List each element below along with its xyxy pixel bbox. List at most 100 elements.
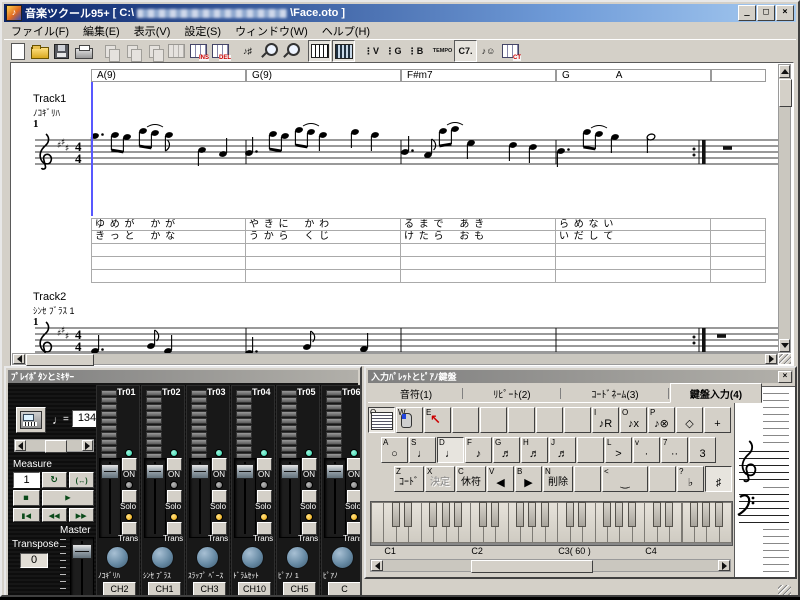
scroll-down-button[interactable] <box>779 339 790 352</box>
lyric-cell[interactable] <box>711 244 766 257</box>
lyric-cell[interactable] <box>91 244 246 257</box>
edit-notes-button[interactable]: ♪♯ <box>237 41 258 61</box>
triplet-key[interactable]: 3 <box>689 437 716 463</box>
master-fader-thumb[interactable] <box>72 544 92 559</box>
zoom-in-button[interactable] <box>281 41 302 61</box>
left-key[interactable]: V◀ <box>487 466 514 492</box>
black-key[interactable] <box>653 502 661 527</box>
sixteenth-note-key[interactable]: G♬ <box>493 437 520 463</box>
lyric-cell[interactable] <box>556 270 711 283</box>
black-key[interactable] <box>454 502 462 527</box>
chord-box-2[interactable]: G(9) <box>246 69 401 82</box>
scroll-right-button[interactable] <box>765 354 777 364</box>
tab-3[interactable]: ｺｰﾄﾞﾈｰﾑ(3) <box>562 385 668 402</box>
expression-button[interactable]: ♪☺ <box>478 41 499 61</box>
pan-knob[interactable] <box>286 546 309 569</box>
channel-fader[interactable] <box>324 458 346 538</box>
score-vscrollbar[interactable] <box>778 64 791 353</box>
mouse-input-key[interactable]: W <box>396 407 423 433</box>
palette-title-bar[interactable]: 入力ﾊﾟﾚｯﾄとﾋﾟｱﾉ鍵盤 × <box>368 370 793 383</box>
double-dot-key[interactable]: 7·· <box>661 437 688 463</box>
menu-item-3[interactable]: 設定(S) <box>177 22 228 40</box>
lyric-cell[interactable]: う か ら く じ <box>246 231 401 244</box>
minimize-button[interactable]: _ <box>738 5 756 21</box>
open-file-button[interactable] <box>29 41 50 61</box>
black-key[interactable] <box>690 502 698 527</box>
scroll-right-button[interactable] <box>718 560 730 571</box>
transpose-value[interactable]: 0 <box>20 553 48 568</box>
black-key[interactable] <box>702 502 710 527</box>
lyric-cell[interactable]: き っ と か な <box>91 231 246 244</box>
lyric-cell[interactable] <box>91 257 246 270</box>
black-key[interactable] <box>479 502 487 527</box>
channel-fader[interactable] <box>144 458 166 538</box>
channel-fader-thumb[interactable] <box>101 464 119 479</box>
note-r-key[interactable]: I♪R <box>592 407 619 433</box>
palette-close-button[interactable]: × <box>778 371 792 383</box>
lyric-cell[interactable] <box>711 231 766 244</box>
save-file-button[interactable] <box>51 41 72 61</box>
close-button[interactable]: × <box>776 5 794 21</box>
right-key[interactable]: B▶ <box>515 466 542 492</box>
plus-key[interactable]: + <box>704 407 731 433</box>
black-key[interactable] <box>392 502 400 527</box>
channel-fader[interactable] <box>279 458 301 538</box>
tempo-button[interactable]: TEMPO <box>432 41 453 61</box>
channel-fader-thumb[interactable] <box>326 464 344 479</box>
master-fader[interactable] <box>70 537 94 597</box>
menu-item-2[interactable]: 表示(V) <box>127 22 178 40</box>
forward-button[interactable]: ▶▶ <box>69 508 94 522</box>
channel-fader[interactable] <box>99 458 121 538</box>
lyric-cell[interactable]: ら め な い <box>556 218 711 231</box>
delete-key[interactable]: N削除 <box>543 466 573 492</box>
black-key[interactable] <box>603 502 611 527</box>
scroll-up-button[interactable] <box>779 65 790 78</box>
scroll-left-button[interactable] <box>13 354 25 364</box>
chord-box-5[interactable] <box>711 69 766 82</box>
black-key[interactable] <box>528 502 536 527</box>
resize-grip[interactable] <box>779 354 791 364</box>
pan-knob[interactable] <box>241 546 264 569</box>
tempo-slider[interactable] <box>14 439 94 452</box>
channel-number-button[interactable]: CH10 <box>238 582 271 597</box>
pan-knob[interactable] <box>196 546 219 569</box>
tab-1[interactable]: 音符(1) <box>370 385 462 402</box>
menu-item-0[interactable]: ファイル(F) <box>4 22 76 40</box>
app-resize-grip[interactable] <box>778 585 791 596</box>
gate-time-button[interactable]: ⋮G <box>383 41 404 61</box>
menu-item-5[interactable]: ヘルプ(H) <box>315 22 377 40</box>
input-palette-window[interactable]: 入力ﾊﾟﾚｯﾄとﾋﾟｱﾉ鍵盤 × 音符(1)ﾘﾋﾟｰﾄ(2)ｺｰﾄﾞﾈｰﾑ(3)… <box>364 366 797 579</box>
channel-number-button[interactable]: CH3 <box>193 582 226 597</box>
channel-fader-thumb[interactable] <box>236 464 254 479</box>
loop-span-button[interactable]: (↔) <box>69 472 94 488</box>
confirm-key[interactable]: X決定 <box>425 466 455 492</box>
accent-key[interactable]: L> <box>605 437 632 463</box>
black-key[interactable] <box>566 502 574 527</box>
channel-number-button[interactable]: CH2 <box>103 582 136 597</box>
black-key[interactable] <box>715 502 723 527</box>
score-panel[interactable]: ♯♯♯44♯♯♯44 A(9)G(9)F#m7GA Track1ﾉｺｷﾞﾘﾊ1T… <box>10 62 794 366</box>
channel-number-button[interactable]: CH5 <box>283 582 316 597</box>
black-key[interactable] <box>541 502 549 527</box>
chord-box-4[interactable]: GA <box>556 69 711 82</box>
lyric-cell[interactable]: る ま で あ き <box>401 218 556 231</box>
note-x-key[interactable]: O♪x <box>620 407 647 433</box>
chord-c7-button[interactable]: C7. <box>454 40 477 62</box>
hscroll-thumb[interactable] <box>26 354 94 366</box>
dot-key[interactable]: v· <box>633 437 660 463</box>
lyric-cell[interactable] <box>711 270 766 283</box>
pan-knob[interactable] <box>106 546 129 569</box>
whole-note-key[interactable]: A○ <box>381 437 408 463</box>
channel-number-button[interactable]: C <box>328 582 361 597</box>
menu-item-4[interactable]: ウィンドウ(W) <box>228 22 315 40</box>
white-key[interactable] <box>371 502 384 543</box>
vscroll-thumb[interactable] <box>779 79 792 107</box>
lyric-cell[interactable] <box>711 257 766 270</box>
tempo-thumb[interactable] <box>45 440 67 453</box>
chord-box-1[interactable]: A(9) <box>91 69 246 82</box>
mixer-window-button[interactable] <box>332 40 355 62</box>
balance-button[interactable]: ⋮B <box>405 41 426 61</box>
diamond-key[interactable]: ◇ <box>676 407 703 433</box>
chord-box-3[interactable]: F#m7 <box>401 69 556 82</box>
lyric-cell[interactable]: や き に か わ <box>246 218 401 231</box>
